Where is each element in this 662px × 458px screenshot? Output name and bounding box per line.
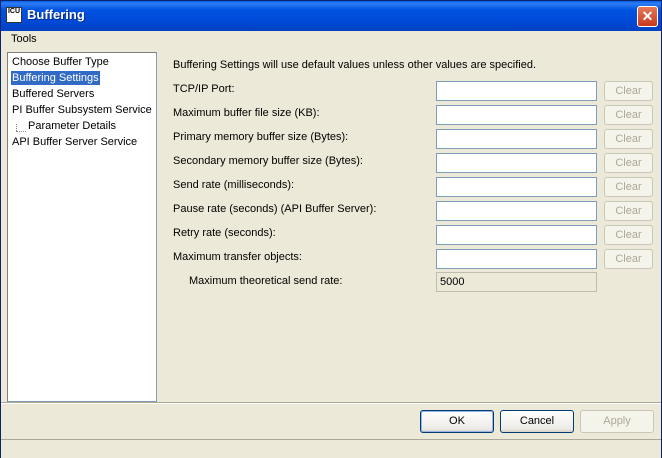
close-icon: ✕ [641, 8, 654, 24]
cancel-button[interactable]: Cancel [500, 410, 574, 433]
tree-item-api-buffer-server-service[interactable]: API Buffer Server Service [11, 135, 138, 149]
window-title: Buffering [27, 7, 85, 22]
secondary-memory-buffer-size-input[interactable] [436, 153, 597, 173]
retry-rate-label: Retry rate (seconds): [173, 227, 276, 239]
tcp-ip-port-clear-button[interactable]: Clear [604, 81, 653, 101]
tree-item-buffering-settings[interactable]: Buffering Settings [11, 71, 100, 85]
tree-item-pi-buffer-subsystem-service[interactable]: PI Buffer Subsystem Service [11, 103, 153, 117]
max-buffer-file-size-input[interactable] [436, 105, 597, 125]
app-icon: ICU [6, 7, 22, 23]
ok-button[interactable]: OK [420, 410, 494, 433]
pause-rate-label: Pause rate (seconds) (API Buffer Server)… [173, 203, 377, 215]
divider [1, 402, 661, 404]
send-rate-input[interactable] [436, 177, 597, 197]
primary-memory-buffer-size-clear-button[interactable]: Clear [604, 129, 653, 149]
secondary-memory-buffer-size-clear-button[interactable]: Clear [604, 153, 653, 173]
pause-rate-clear-button[interactable]: Clear [604, 201, 653, 221]
tree-connector [16, 124, 17, 131]
primary-memory-buffer-size-label: Primary memory buffer size (Bytes): [173, 131, 349, 143]
secondary-memory-buffer-size-label: Secondary memory buffer size (Bytes): [173, 155, 363, 167]
max-buffer-file-size-label: Maximum buffer file size (KB): [173, 107, 320, 119]
max-buffer-file-size-clear-button[interactable]: Clear [604, 105, 653, 125]
primary-memory-buffer-size-input[interactable] [436, 129, 597, 149]
max-transfer-objects-clear-button[interactable]: Clear [604, 249, 653, 269]
settings-tree[interactable]: Choose Buffer Type Buffering Settings Bu… [7, 52, 157, 402]
title-bar: ICU Buffering ✕ [1, 1, 661, 31]
menu-tools[interactable]: Tools [9, 33, 39, 45]
tree-item-parameter-details[interactable]: Parameter Details [27, 119, 117, 133]
tree-item-choose-buffer-type[interactable]: Choose Buffer Type [11, 55, 110, 69]
pause-rate-input[interactable] [436, 201, 597, 221]
tcp-ip-port-input[interactable] [436, 81, 597, 101]
buffering-window: ICU Buffering ✕ Tools Choose Buffer Type… [0, 0, 662, 458]
send-rate-clear-button[interactable]: Clear [604, 177, 653, 197]
apply-button[interactable]: Apply [580, 410, 654, 433]
tree-connector [16, 131, 26, 132]
close-button[interactable]: ✕ [637, 6, 658, 27]
max-theoretical-send-rate-value: 5000 [436, 272, 597, 292]
max-transfer-objects-input[interactable] [436, 249, 597, 269]
info-text: Buffering Settings will use default valu… [173, 59, 537, 71]
retry-rate-clear-button[interactable]: Clear [604, 225, 653, 245]
send-rate-label: Send rate (milliseconds): [173, 179, 295, 191]
menu-bar: Tools [1, 31, 661, 49]
tcp-ip-port-label: TCP/IP Port: [173, 83, 235, 95]
retry-rate-input[interactable] [436, 225, 597, 245]
tree-item-buffered-servers[interactable]: Buffered Servers [11, 87, 95, 101]
status-bar [1, 439, 661, 458]
max-transfer-objects-label: Maximum transfer objects: [173, 251, 302, 263]
max-theoretical-send-rate-label: Maximum theoretical send rate: [189, 275, 343, 287]
